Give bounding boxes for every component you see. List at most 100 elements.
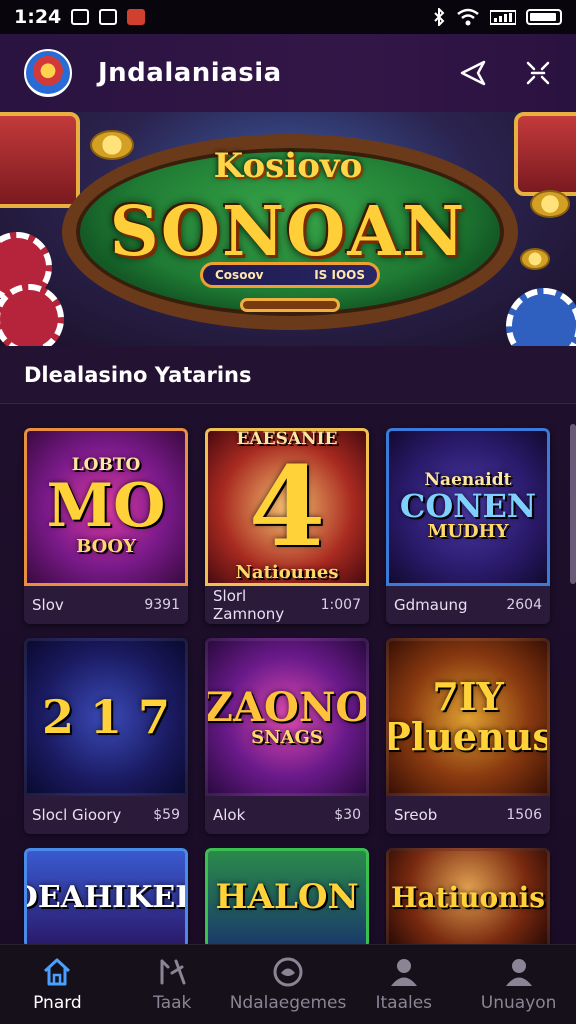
hero-banner[interactable]: Kosiovo SONOAN Cosoov IS IOOS bbox=[0, 112, 576, 346]
user-icon bbox=[390, 958, 417, 986]
game-icon bbox=[273, 957, 303, 986]
status-bar: 1:24 bbox=[0, 0, 576, 34]
game-card-meta: Gdmaung 2604 bbox=[386, 586, 550, 624]
game-price: $59 bbox=[153, 807, 180, 823]
game-thumbnail[interactable]: HALON bbox=[205, 848, 369, 948]
screen: 1:24 Jndalaniasia Kosiovo SONOAN Cosoov … bbox=[0, 0, 576, 1024]
game-thumbnail[interactable]: DEAHIKER bbox=[24, 848, 188, 948]
game-card[interactable]: 2 1 7 Slocl Gioory $59 bbox=[24, 638, 188, 834]
game-card[interactable]: LOBTO MO BOOY Slov 9391 bbox=[24, 428, 188, 624]
thumb-main-text: Hatiuonis bbox=[391, 881, 545, 915]
hero-title: SONOAN bbox=[109, 192, 467, 272]
game-name: Sreob bbox=[394, 806, 438, 824]
game-thumbnail-art: 7IY Pluenus bbox=[386, 674, 550, 759]
close-icon[interactable] bbox=[524, 59, 552, 87]
game-price: 2604 bbox=[506, 597, 542, 613]
share-icon[interactable] bbox=[458, 59, 488, 87]
casino-chip-image bbox=[506, 288, 576, 346]
game-card[interactable]: ZAONO SNAGS Alok $30 bbox=[205, 638, 369, 834]
game-thumbnail[interactable]: LOBTO MO BOOY bbox=[24, 428, 188, 586]
nav-item-home[interactable]: Pnard bbox=[0, 945, 115, 1024]
status-time: 1:24 bbox=[14, 6, 62, 28]
battery-icon bbox=[526, 9, 562, 25]
wifi-icon bbox=[457, 8, 479, 26]
game-name: Slov bbox=[32, 596, 64, 614]
game-name: Alok bbox=[213, 806, 246, 824]
game-card[interactable]: HALON bbox=[205, 848, 369, 948]
game-name: Slorl Zamnony bbox=[213, 587, 285, 623]
nav-item-account[interactable]: Unuayon bbox=[461, 945, 576, 1024]
thumb-main-text: 4 bbox=[248, 441, 326, 571]
thumb-bottom-text: Natiounes bbox=[235, 562, 339, 584]
game-thumbnail-art: 2 1 7 bbox=[41, 689, 171, 744]
game-thumbnail[interactable]: Naenaidt CONEN MUDHY bbox=[386, 428, 550, 586]
game-card[interactable]: EAESANIE 4 Natiounes Slorl Zamnony 1:007 bbox=[205, 428, 369, 624]
signal-icon bbox=[490, 10, 516, 25]
game-thumbnail-art: DEAHIKER bbox=[27, 880, 185, 916]
nav-label: Unuayon bbox=[480, 992, 557, 1013]
thumb-main-text: DEAHIKER bbox=[27, 880, 185, 916]
thumb-bottom-text: MUDHY bbox=[427, 521, 509, 543]
game-card-meta: Slov 9391 bbox=[24, 586, 188, 624]
nav-item-task[interactable]: Taak bbox=[115, 945, 230, 1024]
profile-icon bbox=[505, 958, 532, 986]
app-notification-icon bbox=[127, 9, 146, 25]
thumb-main-text: CONEN bbox=[399, 486, 537, 525]
bluetooth-icon bbox=[434, 8, 445, 26]
game-card[interactable]: DEAHIKER bbox=[24, 848, 188, 948]
game-card[interactable]: 7IY Pluenus Sreob 1506 bbox=[386, 638, 550, 834]
tools-icon bbox=[160, 959, 186, 984]
game-thumbnail-art: LOBTO MO BOOY bbox=[46, 456, 166, 557]
home-icon bbox=[44, 958, 71, 985]
game-thumbnail[interactable]: Hatiuonis bbox=[386, 848, 550, 948]
app-title: Jndalaniasia bbox=[98, 58, 282, 88]
game-card-meta: Alok $30 bbox=[205, 796, 369, 834]
thumb-bottom-text: SNAGS bbox=[251, 726, 323, 748]
thumb-main-text: HALON bbox=[215, 877, 359, 918]
casino-chip-image bbox=[0, 284, 64, 346]
game-thumbnail-art: Naenaidt CONEN MUDHY bbox=[399, 471, 537, 543]
hero-pill-left: Cosoov bbox=[215, 268, 264, 282]
game-card-meta: Sreob 1506 bbox=[386, 796, 550, 834]
app-bar: Jndalaniasia bbox=[0, 34, 576, 112]
game-thumbnail-art: ZAONO SNAGS bbox=[205, 683, 369, 748]
nav-item-tables[interactable]: Itaales bbox=[346, 945, 461, 1024]
game-grid: LOBTO MO BOOY Slov 9391 EAESANIE 4 Natiounes Slo… bbox=[24, 428, 552, 948]
hero-pill-right: IS IOOS bbox=[314, 268, 365, 282]
game-thumbnail[interactable]: EAESANIE 4 Natiounes bbox=[205, 428, 369, 586]
game-price: 9391 bbox=[144, 597, 180, 613]
nav-label: Itaales bbox=[375, 992, 433, 1013]
thumb-main-text: 2 1 7 bbox=[41, 689, 171, 744]
game-thumbnail[interactable]: ZAONO SNAGS bbox=[205, 638, 369, 796]
game-price: $30 bbox=[334, 807, 361, 823]
game-card[interactable]: Naenaidt CONEN MUDHY Gdmaung 2604 bbox=[386, 428, 550, 624]
game-thumbnail-art: EAESANIE 4 Natiounes bbox=[235, 431, 338, 583]
scrollbar[interactable] bbox=[570, 424, 576, 584]
game-name: Gdmaung bbox=[394, 596, 468, 614]
hero-kicker: Kosiovo bbox=[213, 146, 363, 186]
thumb-main-text: 7IY Pluenus bbox=[386, 674, 550, 759]
nav-label: Pnard bbox=[33, 992, 82, 1013]
game-card[interactable]: Hatiuonis bbox=[386, 848, 550, 948]
thumb-main-text: ZAONO bbox=[205, 683, 369, 731]
game-price: 1:007 bbox=[320, 597, 361, 613]
thumb-main-text: MO bbox=[46, 470, 166, 541]
nav-label: Ndalaegemes bbox=[229, 992, 347, 1013]
game-thumbnail[interactable]: 7IY Pluenus bbox=[386, 638, 550, 796]
game-name: Slocl Gioory bbox=[32, 806, 122, 824]
hero-slot bbox=[240, 298, 340, 312]
game-thumbnail-art: HALON bbox=[215, 877, 359, 918]
hero-progress-pill: Cosoov IS IOOS bbox=[200, 262, 380, 288]
nav-item-games[interactable]: Ndalaegemes bbox=[229, 945, 347, 1024]
app-logo[interactable] bbox=[24, 49, 72, 97]
section-title: Dlealasino Yatarins bbox=[0, 346, 576, 404]
bottom-nav: Pnard Taak Ndalaegemes Itaales Unuayon bbox=[0, 944, 576, 1024]
message-icon bbox=[99, 9, 118, 25]
game-card-meta: Slocl Gioory $59 bbox=[24, 796, 188, 834]
nav-label: Taak bbox=[153, 992, 192, 1013]
game-thumbnail-art: Hatiuonis bbox=[391, 881, 545, 915]
game-price: 1506 bbox=[506, 807, 542, 823]
game-card-meta: Slorl Zamnony 1:007 bbox=[205, 586, 369, 624]
game-thumbnail[interactable]: 2 1 7 bbox=[24, 638, 188, 796]
notification-icon bbox=[71, 9, 90, 25]
